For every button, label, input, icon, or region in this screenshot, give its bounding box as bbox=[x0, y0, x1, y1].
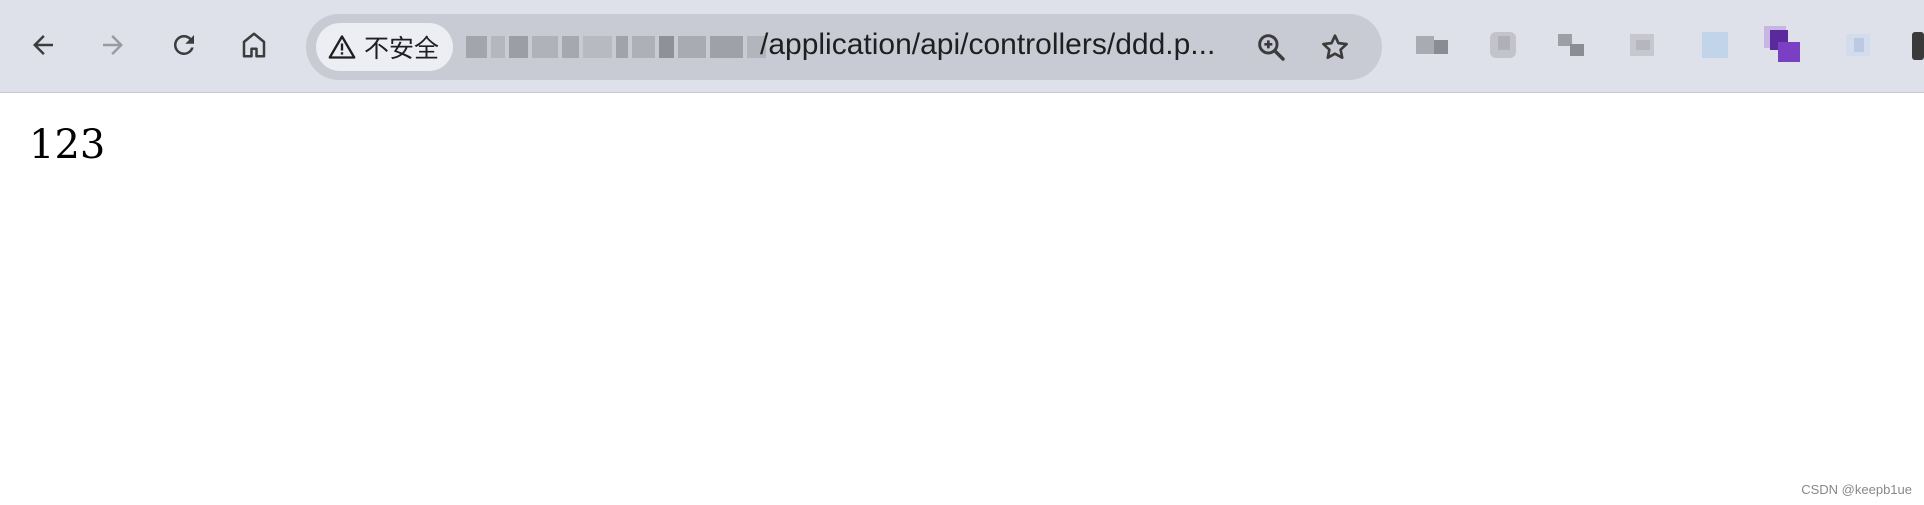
zoom-in-icon bbox=[1258, 34, 1285, 61]
browser-toolbar: 不安全 /application/api/controllers/ddd.p..… bbox=[0, 0, 1924, 93]
extension-4[interactable] bbox=[1628, 32, 1666, 62]
home-button[interactable] bbox=[232, 23, 276, 67]
extension-3[interactable] bbox=[1556, 32, 1594, 62]
watermark: CSDN @keepb1ue bbox=[1801, 482, 1912, 497]
extension-6[interactable] bbox=[1764, 26, 1802, 62]
reload-button[interactable] bbox=[162, 23, 206, 67]
security-label: 不安全 bbox=[364, 35, 440, 63]
security-indicator[interactable]: 不安全 bbox=[316, 23, 454, 71]
extension-5[interactable] bbox=[1700, 32, 1738, 62]
extension-8[interactable] bbox=[1910, 32, 1924, 62]
url-host-redacted bbox=[466, 34, 766, 60]
extension-7[interactable] bbox=[1846, 32, 1884, 62]
extension-2[interactable] bbox=[1486, 32, 1524, 62]
arrow-left-icon bbox=[33, 35, 53, 55]
zoom-button[interactable] bbox=[1252, 28, 1290, 66]
bookmark-button[interactable] bbox=[1316, 28, 1354, 66]
star-icon bbox=[1322, 34, 1348, 59]
arrow-right-icon bbox=[103, 35, 123, 55]
warning-triangle-icon bbox=[328, 35, 356, 59]
address-bar[interactable]: 不安全 /application/api/controllers/ddd.p..… bbox=[306, 14, 1382, 80]
url-text[interactable]: /application/api/controllers/ddd.p... bbox=[760, 28, 1215, 62]
page-body-text: 123 bbox=[29, 122, 106, 168]
back-button[interactable] bbox=[21, 23, 65, 67]
extension-1[interactable] bbox=[1416, 32, 1454, 62]
forward-button[interactable] bbox=[91, 23, 135, 67]
home-icon bbox=[242, 32, 266, 58]
reload-icon bbox=[173, 34, 194, 55]
